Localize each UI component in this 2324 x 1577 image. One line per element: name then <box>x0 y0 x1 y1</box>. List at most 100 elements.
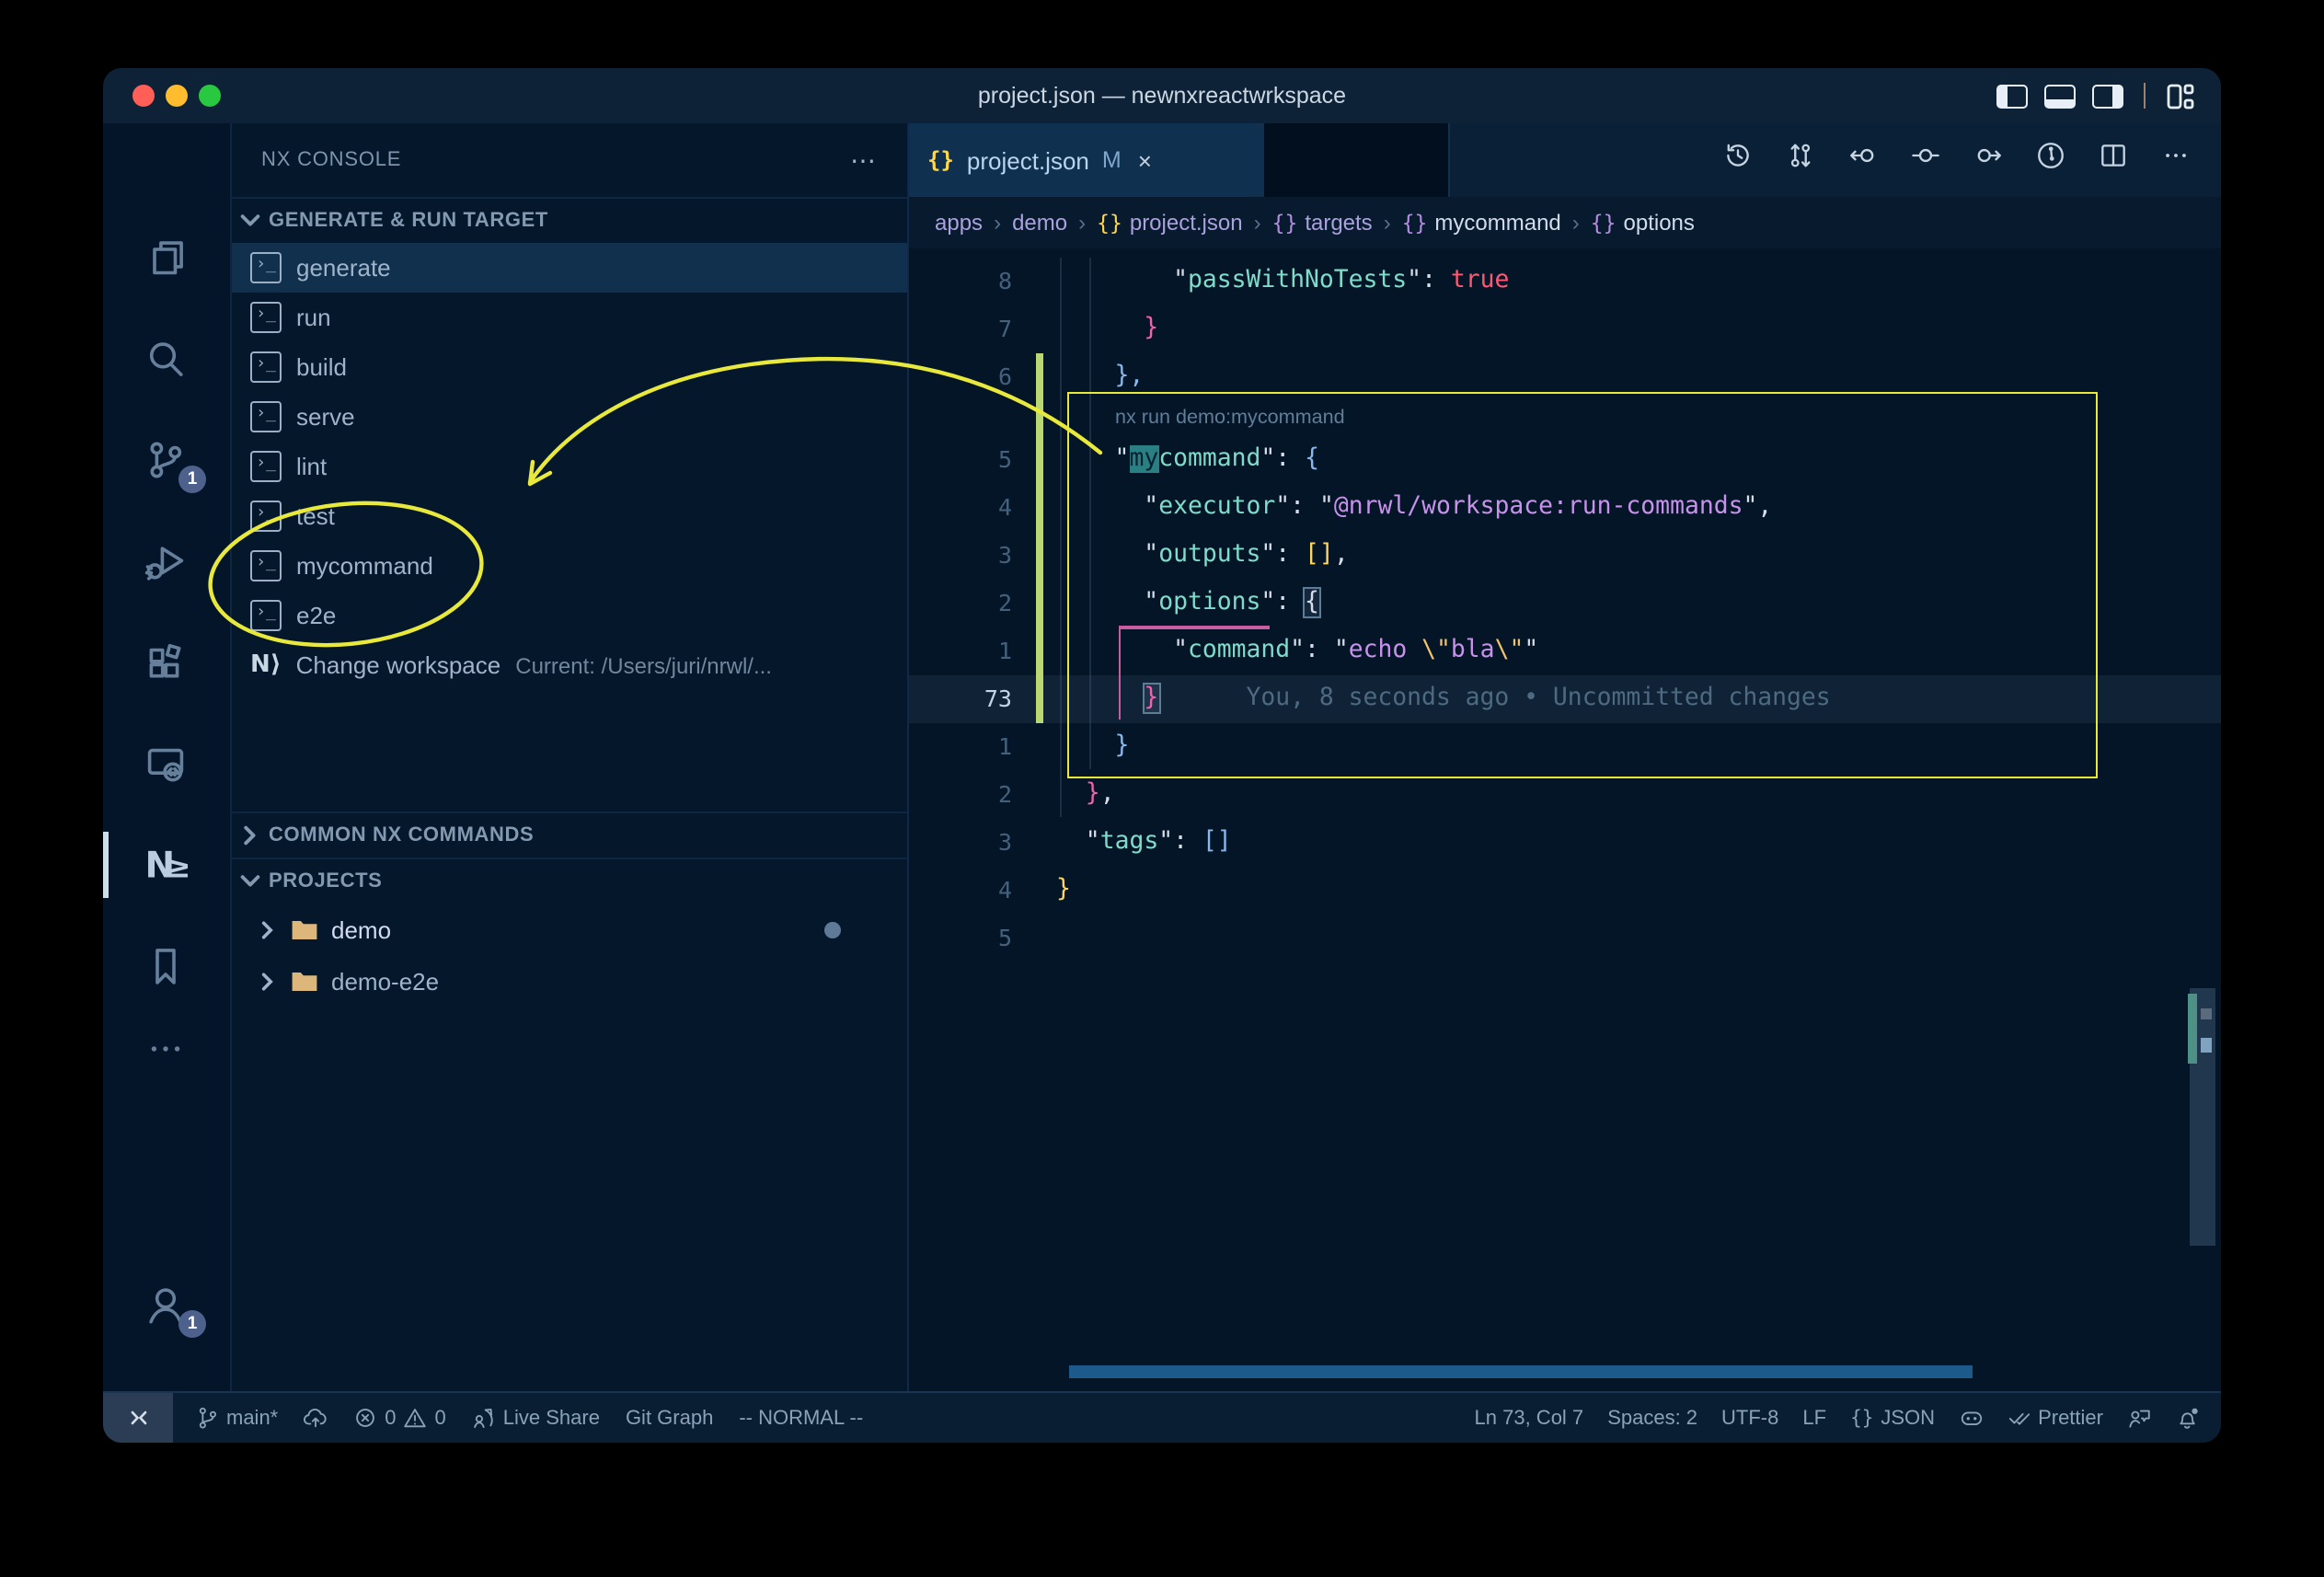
open-changes-icon[interactable] <box>1910 140 1941 180</box>
line-number: 2 <box>909 771 1034 819</box>
json-file-icon: {} <box>927 147 954 173</box>
activity-remote-explorer-icon[interactable] <box>103 727 228 800</box>
terminal-icon: ›_ <box>250 550 282 581</box>
nx-logo-icon: N⟩ <box>250 651 282 679</box>
code-line: nx run demo:mycommand <box>909 401 2221 436</box>
code-text: "command": "echo \"bla\"" <box>1056 627 1538 675</box>
code-editor[interactable]: 8 "passWithNoTests": true7 } 6 },nx run d… <box>909 248 2221 1393</box>
overview-ruler-mark <box>2201 1038 2212 1053</box>
next-change-icon[interactable] <box>1973 140 2004 180</box>
terminal-icon: ›_ <box>250 600 282 631</box>
json-symbol-icon: {} <box>1402 210 1428 236</box>
activity-source-control-icon[interactable]: 1 <box>103 423 228 497</box>
notifications-bell-icon[interactable] <box>2175 1406 2199 1430</box>
code-line: 1 "command": "echo \"bla\"" <box>909 627 2221 675</box>
gutter <box>1034 819 1049 867</box>
gutter <box>1034 915 1049 962</box>
project-item-demo[interactable]: demo <box>232 904 907 955</box>
sidebar-item-e2e[interactable]: ›_e2e <box>232 591 907 640</box>
sidebar-item-build[interactable]: ›_build <box>232 342 907 392</box>
line-number: 7 <box>909 305 1034 353</box>
split-editor-icon[interactable] <box>2098 140 2129 180</box>
toggle-panel-icon[interactable] <box>2043 84 2075 108</box>
compare-changes-icon[interactable] <box>1785 140 1816 180</box>
code-text: } You, 8 seconds ago • Uncommitted chang… <box>1056 675 1831 723</box>
breadcrumb-separator: › <box>1254 210 1261 236</box>
line-number: 4 <box>909 484 1034 532</box>
section-header-generate-run-target[interactable]: GENERATE & RUN TARGET <box>232 197 907 243</box>
toggle-primary-sidebar-icon[interactable] <box>1996 84 2027 108</box>
sidebar-item-change-workspace[interactable]: N⟩Change workspaceCurrent: /Users/juri/n… <box>232 640 907 690</box>
terminal-icon: ›_ <box>250 252 282 283</box>
more-actions-icon[interactable] <box>2160 140 2192 180</box>
toggle-secondary-sidebar-icon[interactable] <box>2091 84 2123 108</box>
breadcrumb-project-json[interactable]: {}project.json <box>1097 210 1242 236</box>
code-line: 4 "executor": "@nrwl/workspace:run-comma… <box>909 484 2221 532</box>
activity-extensions-icon[interactable] <box>103 626 228 699</box>
overview-ruler-mark <box>2188 994 2197 1064</box>
activity-nx-console-icon[interactable]: N≥ <box>103 828 228 902</box>
status-bar: main* 0 0 Live Share Git Graph <box>103 1391 2221 1443</box>
previous-change-icon[interactable] <box>1847 140 1879 180</box>
breadcrumb-separator: › <box>1572 210 1580 236</box>
language-mode-status[interactable]: {} JSON <box>1850 1407 1935 1429</box>
activity-more-views-icon[interactable] <box>103 1012 228 1086</box>
nx-console-sidebar: NX CONSOLE ⋯ GENERATE & RUN TARGET›_gene… <box>232 123 909 1393</box>
eol-status[interactable]: LF <box>1802 1407 1826 1429</box>
close-tab-icon[interactable]: × <box>1138 146 1152 174</box>
git-branch-status[interactable]: main* <box>195 1406 278 1430</box>
chevron-right-icon <box>258 919 278 939</box>
breadcrumb-apps[interactable]: apps <box>935 210 983 236</box>
sidebar-item-test[interactable]: ›_test <box>232 491 907 541</box>
project-item-demo-e2e[interactable]: demo-e2e <box>232 955 907 1007</box>
line-number: 8 <box>909 258 1034 305</box>
vim-mode-indicator[interactable]: -- NORMAL -- <box>739 1407 863 1429</box>
breadcrumb-mycommand[interactable]: {}mycommand <box>1402 210 1561 236</box>
breadcrumb-targets[interactable]: {}targets <box>1272 210 1373 236</box>
codelens-run-command[interactable]: nx run demo:mycommand <box>1115 401 1345 436</box>
code-text: "executor": "@nrwl/workspace:run-command… <box>1056 484 1772 532</box>
sidebar-item-lint[interactable]: ›_lint <box>232 442 907 491</box>
problems-status[interactable]: 0 0 <box>353 1406 446 1430</box>
tab-project-json[interactable]: {} project.json M × <box>909 123 1264 197</box>
git-graph-status[interactable]: Git Graph <box>626 1407 713 1429</box>
feedback-icon[interactable] <box>2127 1406 2151 1430</box>
breadcrumb-separator: › <box>994 210 1001 236</box>
code-text: } <box>1056 723 1129 771</box>
code-line: 8 "passWithNoTests": true <box>909 258 2221 305</box>
code-line: 4} <box>909 867 2221 915</box>
gitlens-icon[interactable] <box>2035 140 2066 180</box>
code-line: 6 }, <box>909 353 2221 401</box>
horizontal-scrollbar[interactable] <box>1069 1365 1973 1378</box>
section-header-common-nx-commands[interactable]: COMMON NX COMMANDS <box>232 812 907 858</box>
activity-accounts-icon[interactable]: 1 <box>103 1268 228 1341</box>
customize-layout-icon[interactable] <box>2166 82 2195 109</box>
live-share-status[interactable]: Live Share <box>472 1406 600 1430</box>
indentation-status[interactable]: Spaces: 2 <box>1607 1407 1697 1429</box>
folder-icon <box>291 969 318 993</box>
remote-indicator[interactable] <box>103 1393 173 1443</box>
sidebar-item-run[interactable]: ›_run <box>232 293 907 342</box>
cursor-position-status[interactable]: Ln 73, Col 7 <box>1475 1407 1584 1429</box>
sidebar-item-serve[interactable]: ›_serve <box>232 392 907 442</box>
encoding-status[interactable]: UTF-8 <box>1721 1407 1778 1429</box>
breadcrumb-options[interactable]: {}options <box>1591 210 1695 236</box>
sidebar-more-actions-icon[interactable]: ⋯ <box>850 144 878 176</box>
activity-explorer-icon[interactable] <box>103 221 228 294</box>
activity-bookmarks-icon[interactable] <box>103 929 228 1003</box>
sidebar-item-generate[interactable]: ›_generate <box>232 243 907 293</box>
breadcrumb: apps›demo›{}project.json›{}targets›{}myc… <box>909 197 2221 248</box>
activity-run-and-debug-icon[interactable] <box>103 524 228 598</box>
copilot-status-icon[interactable] <box>1959 1406 1983 1430</box>
prettier-status[interactable]: Prettier <box>2007 1406 2103 1430</box>
sync-changes-icon[interactable] <box>304 1406 328 1430</box>
sidebar-item-mycommand[interactable]: ›_mycommand <box>232 541 907 591</box>
section-header-projects[interactable]: PROJECTS <box>232 858 907 904</box>
code-line: 73 } You, 8 seconds ago • Uncommitted ch… <box>909 675 2221 723</box>
activity-bar: 1N≥11 <box>103 123 232 1393</box>
accounts-badge: 1 <box>178 1310 206 1338</box>
activity-search-icon[interactable] <box>103 322 228 396</box>
overview-ruler-mark <box>2201 1008 2212 1019</box>
timeline-history-icon[interactable] <box>1722 140 1754 180</box>
breadcrumb-demo[interactable]: demo <box>1012 210 1067 236</box>
